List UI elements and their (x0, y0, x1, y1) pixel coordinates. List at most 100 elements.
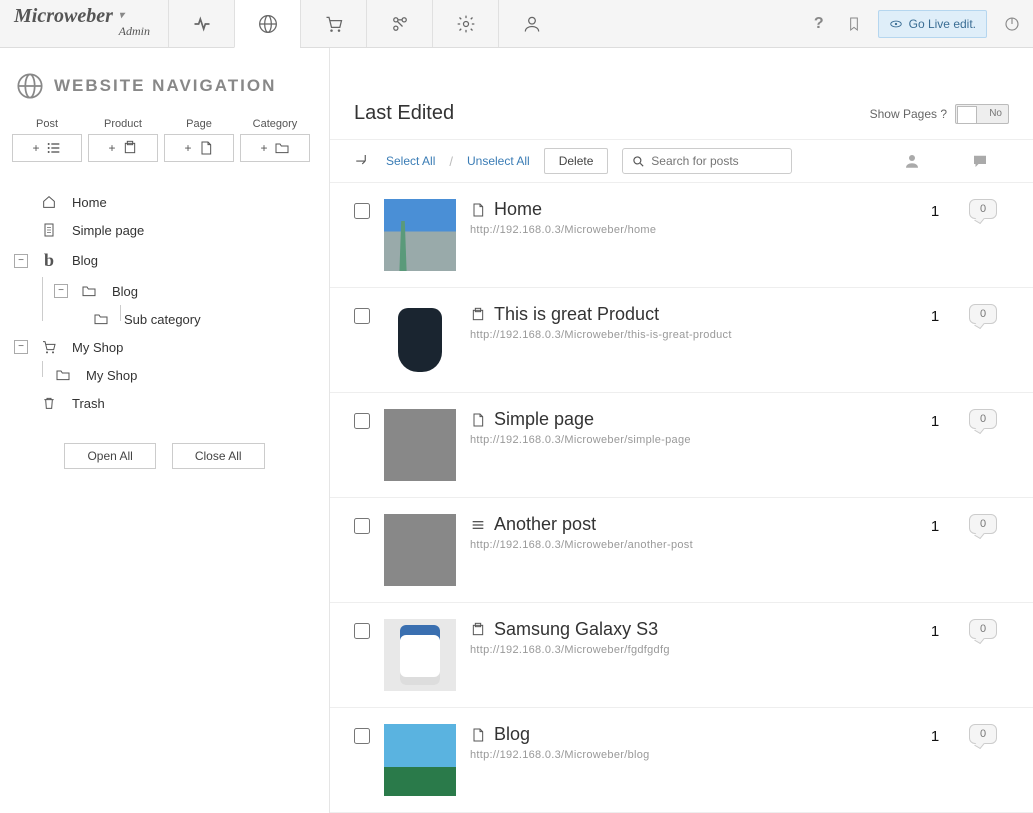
collapse-toggle[interactable]: − (54, 284, 68, 298)
row-checkbox[interactable] (354, 623, 370, 639)
tree-item-my-shop[interactable]: − My Shop (14, 333, 315, 361)
add-category-button[interactable]: + (240, 134, 310, 162)
comment-count[interactable]: 0 (969, 304, 997, 324)
item-title: Simple page (494, 409, 594, 430)
show-pages-label: Show Pages ? (870, 107, 947, 121)
folder-icon (92, 311, 110, 327)
type-icon (470, 307, 486, 323)
content-list: Home http://192.168.0.3/Microweber/home … (330, 183, 1033, 813)
tree-item-trash[interactable]: Trash (14, 389, 315, 417)
nav-website[interactable] (234, 0, 300, 48)
open-all-button[interactable]: Open All (64, 443, 155, 469)
sidebar: WEBSITE NAVIGATION Post + Product + Page… (0, 48, 330, 813)
search-input[interactable] (651, 154, 783, 168)
item-count: 1 (915, 514, 955, 535)
tree-item-sub-category[interactable]: Sub category (92, 305, 315, 333)
list-item[interactable]: Home http://192.168.0.3/Microweber/home … (330, 183, 1033, 288)
close-all-button[interactable]: Close All (172, 443, 265, 469)
show-pages-toggle[interactable]: No (955, 104, 1009, 124)
folder-icon (54, 367, 72, 383)
eye-icon (889, 17, 903, 31)
thumbnail[interactable] (384, 199, 456, 271)
brand-sub: Admin (119, 24, 150, 39)
product-icon (122, 140, 138, 156)
bookmark-icon[interactable] (840, 10, 868, 38)
nav-modules[interactable] (366, 0, 432, 47)
item-url: http://192.168.0.3/Microweber/simple-pag… (470, 434, 901, 446)
item-title: Samsung Galaxy S3 (494, 619, 658, 640)
list-item[interactable]: Blog http://192.168.0.3/Microweber/blog … (330, 708, 1033, 813)
collapse-toggle[interactable]: − (14, 340, 28, 354)
add-page-label: Page (186, 118, 212, 130)
add-product-button[interactable]: + (88, 134, 158, 162)
select-all-link[interactable]: Select All (386, 154, 435, 168)
help-icon[interactable]: ? (808, 9, 830, 39)
power-icon[interactable] (997, 9, 1027, 39)
list-item[interactable]: Samsung Galaxy S3 http://192.168.0.3/Mic… (330, 603, 1033, 708)
row-checkbox[interactable] (354, 518, 370, 534)
item-url: http://192.168.0.3/Microweber/fgdfgdfg (470, 644, 901, 656)
action-bar: Select All / Unselect All Delete (330, 139, 1033, 183)
unselect-all-link[interactable]: Unselect All (467, 154, 530, 168)
delete-button[interactable]: Delete (544, 148, 609, 174)
item-title: This is great Product (494, 304, 659, 325)
add-page-button[interactable]: + (164, 134, 234, 162)
item-title: Another post (494, 514, 596, 535)
chevron-down-icon: ▾ (119, 11, 124, 21)
trash-icon (40, 395, 58, 411)
item-count: 1 (915, 409, 955, 430)
globe-icon (16, 72, 44, 100)
thumbnail[interactable] (384, 619, 456, 691)
item-count: 1 (915, 724, 955, 745)
comment-count[interactable]: 0 (969, 409, 997, 429)
main-content: Last Edited Show Pages ? No Select All /… (330, 48, 1033, 813)
comment-count[interactable]: 0 (969, 514, 997, 534)
item-count: 1 (915, 619, 955, 640)
go-live-edit-button[interactable]: Go Live edit. (878, 10, 987, 38)
add-product-label: Product (104, 118, 142, 130)
add-post-button[interactable]: + (12, 134, 82, 162)
thumbnail[interactable] (384, 304, 456, 376)
add-post-label: Post (36, 118, 58, 130)
list-item[interactable]: Another post http://192.168.0.3/Microweb… (330, 498, 1033, 603)
folder-icon (274, 140, 290, 156)
nav-shop[interactable] (300, 0, 366, 47)
thumbnail[interactable] (384, 514, 456, 586)
nav-dashboard[interactable] (168, 0, 234, 47)
brand[interactable]: Microweber▾ Admin (0, 0, 168, 47)
tree-item-blog-child[interactable]: − Blog (54, 277, 315, 305)
row-checkbox[interactable] (354, 203, 370, 219)
thumbnail[interactable] (384, 409, 456, 481)
comments-column-icon[interactable] (971, 152, 989, 170)
author-column-icon[interactable] (903, 152, 921, 170)
comment-count[interactable]: 0 (969, 199, 997, 219)
cart-icon (40, 339, 58, 355)
tree-item-home[interactable]: Home (14, 188, 315, 216)
row-checkbox[interactable] (354, 413, 370, 429)
search-wrap[interactable] (622, 148, 792, 174)
add-category-label: Category (253, 118, 298, 130)
tree-item-simple-page[interactable]: Simple page (14, 216, 315, 244)
list-item[interactable]: Simple page http://192.168.0.3/Microwebe… (330, 393, 1033, 498)
collapse-toggle[interactable]: − (14, 254, 28, 268)
item-title: Blog (494, 724, 530, 745)
comment-count[interactable]: 0 (969, 724, 997, 744)
type-icon (470, 622, 486, 638)
comment-count[interactable]: 0 (969, 619, 997, 639)
list-item[interactable]: This is great Product http://192.168.0.3… (330, 288, 1033, 393)
home-icon (40, 194, 58, 210)
doc-icon (40, 222, 58, 238)
page-title: Last Edited (354, 102, 454, 125)
sidebar-title: WEBSITE NAVIGATION (54, 76, 276, 96)
thumbnail[interactable] (384, 724, 456, 796)
tree-item-my-shop-child[interactable]: My Shop (54, 361, 315, 389)
select-arrow-icon (354, 152, 372, 170)
type-icon (470, 412, 486, 428)
item-url: http://192.168.0.3/Microweber/another-po… (470, 539, 901, 551)
nav-settings[interactable] (432, 0, 498, 47)
row-checkbox[interactable] (354, 308, 370, 324)
tree-item-blog[interactable]: − b Blog (14, 244, 315, 277)
nav-users[interactable] (498, 0, 564, 47)
row-checkbox[interactable] (354, 728, 370, 744)
topbar: Microweber▾ Admin ? Go Live edit. (0, 0, 1033, 48)
